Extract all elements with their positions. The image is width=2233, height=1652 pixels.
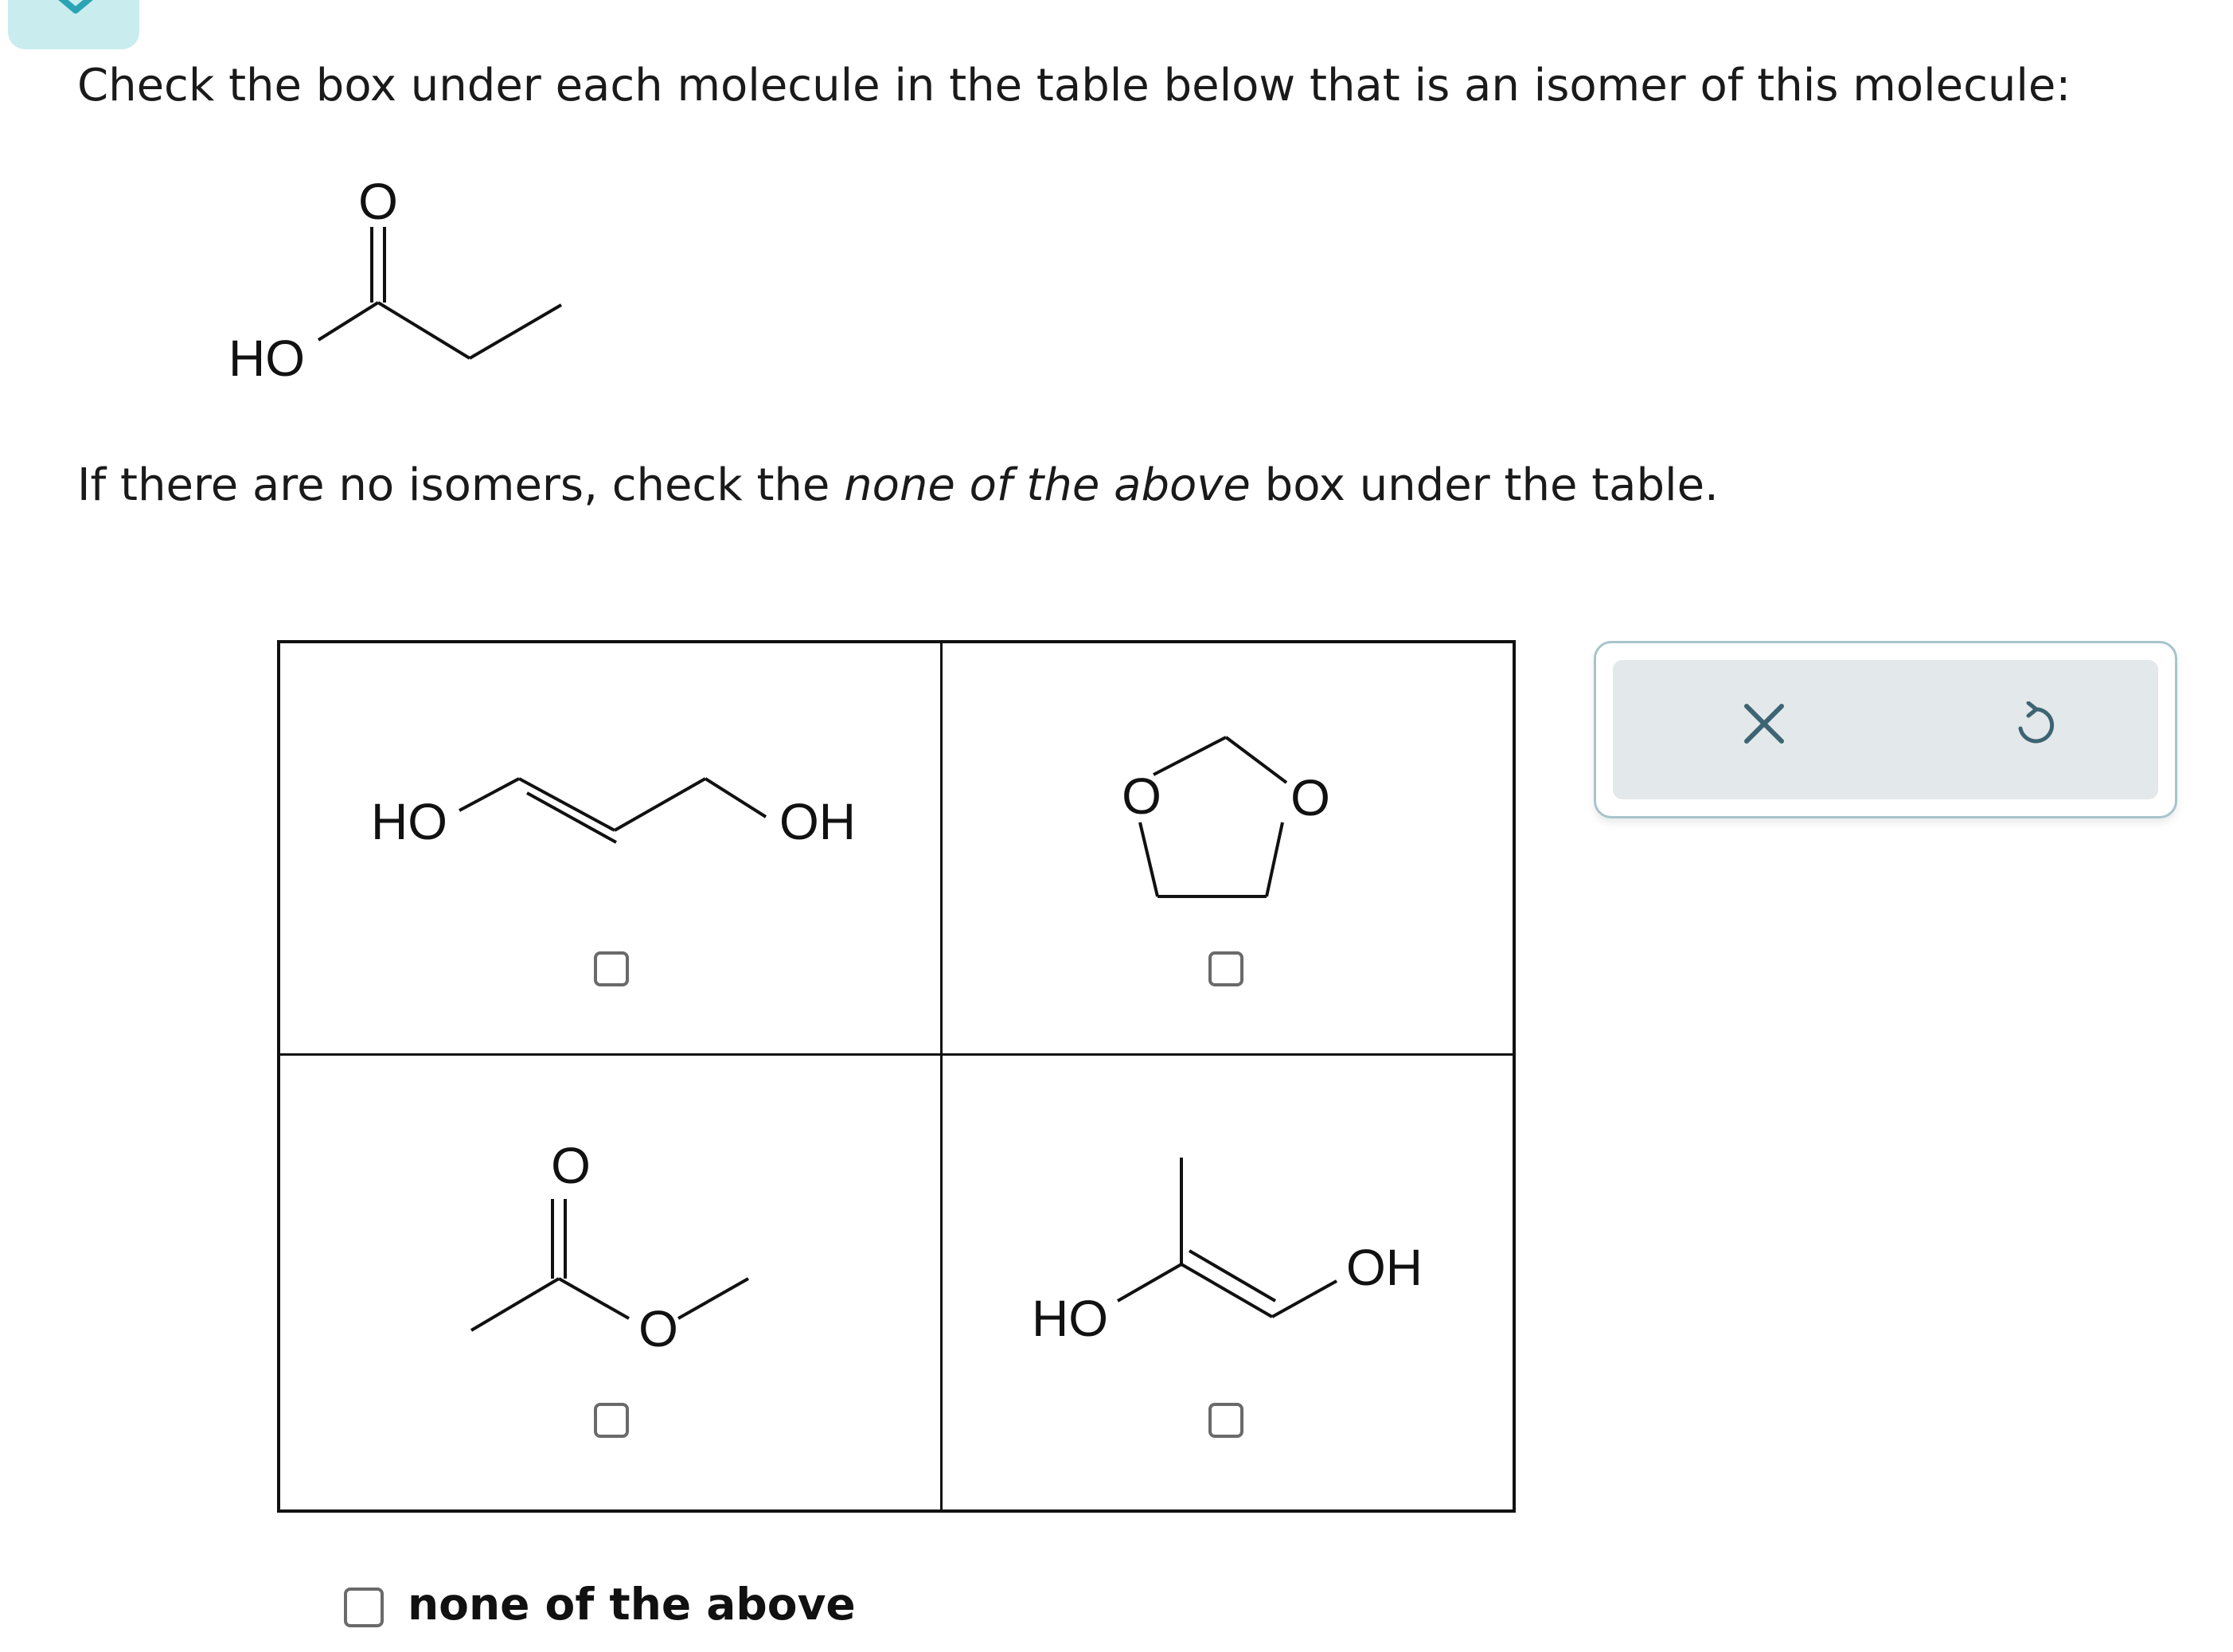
atom-label: HO bbox=[371, 793, 447, 850]
molecule-drawing: HO OH bbox=[1032, 1158, 1423, 1347]
atom-label: O bbox=[638, 1300, 678, 1357]
atom-label: O bbox=[1122, 767, 1161, 825]
clear-button[interactable] bbox=[1716, 660, 1812, 799]
isomer-checkbox[interactable] bbox=[1208, 951, 1243, 986]
collapse-tab[interactable] bbox=[8, 0, 139, 49]
option-cell: O O bbox=[280, 1056, 943, 1509]
chevron-down-icon bbox=[58, 0, 93, 14]
none-of-the-above-checkbox[interactable] bbox=[344, 1588, 384, 1627]
atom-label: OH bbox=[1346, 1239, 1423, 1296]
isomer-checkbox[interactable] bbox=[594, 1403, 629, 1438]
undo-icon bbox=[2018, 701, 2055, 744]
undo-button[interactable] bbox=[1985, 660, 2081, 799]
atom-label: O bbox=[358, 173, 398, 230]
target-molecule: O HO bbox=[228, 173, 563, 387]
option-cell: HO OH bbox=[280, 643, 943, 1056]
toolbar bbox=[1613, 660, 2158, 799]
option-cell: HO OH bbox=[943, 1056, 1513, 1509]
atom-label: OH bbox=[779, 793, 856, 850]
atom-label: O bbox=[1290, 769, 1330, 826]
instruction-text: If there are no isomers, check the none … bbox=[77, 459, 1719, 511]
molecule-drawing: HO OH bbox=[371, 777, 856, 850]
isomer-checkbox[interactable] bbox=[594, 951, 629, 986]
question-prompt: Check the box under each molecule in the… bbox=[77, 60, 2071, 111]
molecule-drawing: O O bbox=[470, 1137, 749, 1357]
none-of-the-above-label: none of the above bbox=[408, 1579, 856, 1630]
option-cell: O O bbox=[943, 643, 1513, 1056]
toolbar-panel bbox=[1594, 641, 2177, 818]
x-icon bbox=[1744, 704, 1784, 744]
isomer-checkbox[interactable] bbox=[1208, 1403, 1243, 1438]
isomer-table: HO OH O O O O HO OH bbox=[277, 640, 1516, 1513]
molecule-drawing: O O bbox=[1122, 736, 1330, 898]
atom-label: O bbox=[551, 1137, 591, 1194]
atom-label: HO bbox=[228, 330, 305, 387]
atom-label: HO bbox=[1032, 1290, 1108, 1347]
